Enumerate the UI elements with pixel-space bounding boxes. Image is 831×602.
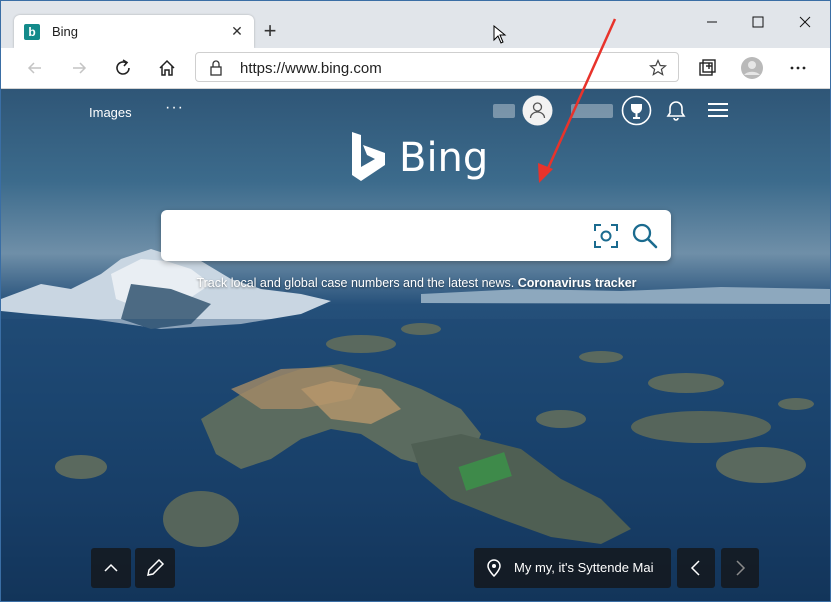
location-pin-icon [487, 559, 501, 577]
tab-bing[interactable]: b Bing ✕ [14, 15, 254, 48]
promo-text: Track local and global case numbers and … [196, 276, 518, 290]
close-window-button[interactable] [782, 7, 828, 37]
back-arrow-icon [27, 62, 41, 74]
profile-avatar-icon [741, 57, 763, 79]
forward-button[interactable] [65, 54, 93, 82]
redacted-username [493, 104, 515, 118]
bing-favicon-icon: b [24, 24, 40, 40]
maximize-button[interactable] [735, 7, 781, 37]
redacted-points [571, 104, 613, 118]
notifications-bell-icon[interactable] [666, 100, 686, 122]
minimize-button[interactable] [689, 7, 735, 37]
bing-wordmark: Bing [399, 135, 489, 181]
address-bar[interactable]: https://www.bing.com [195, 52, 679, 82]
previous-image-button[interactable] [677, 548, 715, 588]
collections-button[interactable] [693, 54, 721, 82]
chevron-left-icon [690, 560, 700, 576]
search-magnifier-icon[interactable] [631, 222, 659, 250]
forward-arrow-icon [73, 62, 87, 74]
back-button[interactable] [21, 54, 49, 82]
browser-toolbar: https://www.bing.com [1, 48, 830, 89]
search-input[interactable] [175, 220, 589, 252]
visual-search-icon[interactable] [593, 223, 619, 249]
profile-button[interactable] [738, 54, 766, 82]
minimize-icon [707, 21, 717, 23]
mouse-cursor-icon [493, 25, 507, 44]
home-button[interactable] [153, 54, 181, 82]
nav-more-button[interactable]: ··· [165, 99, 184, 117]
collections-icon [699, 59, 716, 76]
url-text: https://www.bing.com [240, 60, 382, 77]
tab-strip: b Bing ✕ + [1, 1, 830, 48]
refresh-button[interactable] [109, 54, 137, 82]
maximize-icon [752, 16, 764, 28]
search-box[interactable] [161, 210, 671, 261]
scroll-up-button[interactable] [91, 548, 131, 588]
hamburger-menu-icon[interactable] [706, 100, 730, 120]
rewards-trophy-icon[interactable] [621, 95, 652, 126]
more-horizontal-icon [790, 66, 806, 70]
chevron-up-icon [104, 563, 118, 572]
signin-avatar-icon[interactable] [522, 95, 553, 126]
nav-images-link[interactable]: Images [89, 105, 132, 120]
home-icon [159, 59, 175, 76]
browser-window: b Bing ✕ + https://www.bing.com Images ·… [0, 0, 831, 602]
settings-more-button[interactable] [784, 54, 812, 82]
image-caption-text: My my, it's Syttende Mai [514, 560, 654, 575]
image-caption-button[interactable]: My my, it's Syttende Mai [474, 548, 671, 588]
close-icon [799, 16, 811, 28]
tab-title: Bing [52, 24, 79, 39]
chevron-right-icon [736, 560, 746, 576]
edit-button[interactable] [135, 548, 175, 588]
tab-close-icon[interactable]: ✕ [228, 22, 246, 40]
pencil-icon [147, 558, 165, 576]
lock-icon [210, 60, 222, 76]
promo-banner: Track local and global case numbers and … [1, 276, 830, 290]
next-image-button[interactable] [721, 548, 759, 588]
star-icon[interactable] [649, 59, 667, 77]
bing-logo-icon [352, 132, 385, 181]
bing-homepage: Images ··· Bing Track local and global c… [1, 89, 830, 601]
new-tab-button[interactable]: + [259, 20, 281, 42]
coronavirus-tracker-link[interactable]: Coronavirus tracker [518, 276, 637, 290]
refresh-icon [116, 59, 130, 75]
